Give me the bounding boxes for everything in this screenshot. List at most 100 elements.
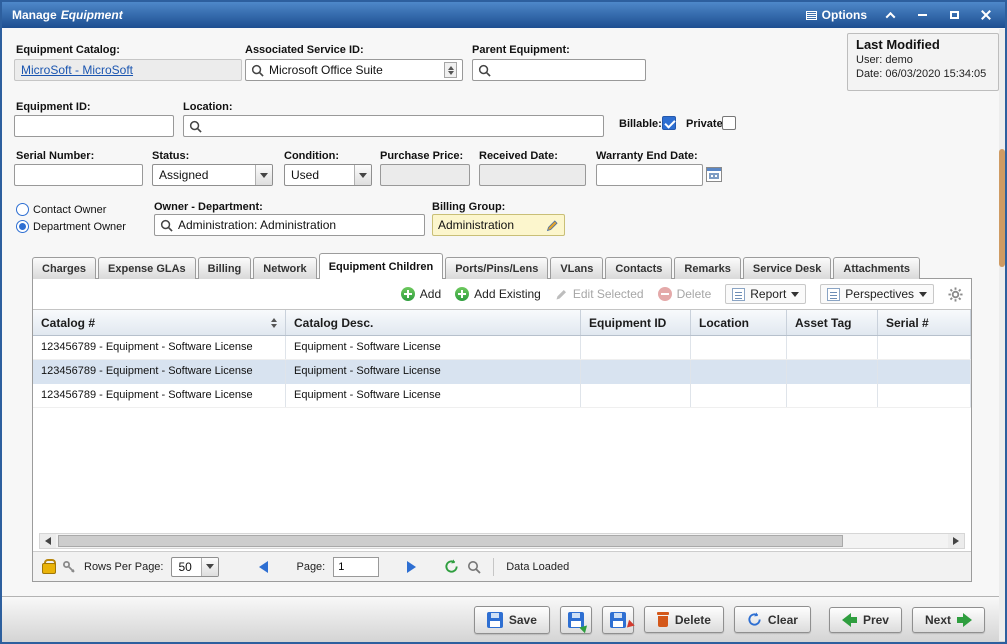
location-input[interactable] xyxy=(183,115,604,137)
window-title-entity: Equipment xyxy=(61,8,123,22)
options-button[interactable]: Options xyxy=(806,8,867,22)
billable-checkbox[interactable] xyxy=(662,116,676,130)
caret-down-icon xyxy=(919,292,927,301)
table-row[interactable]: 123456789 - Equipment - Software License… xyxy=(33,360,971,384)
equipment-id-input[interactable] xyxy=(14,115,174,137)
grid-settings-button[interactable] xyxy=(948,287,963,302)
condition-label: Condition: xyxy=(284,150,339,162)
page-input[interactable] xyxy=(333,557,379,577)
scroll-track[interactable] xyxy=(56,534,948,548)
search-grid-icon[interactable] xyxy=(467,560,481,574)
maximize-button[interactable] xyxy=(945,7,963,23)
serial-number-input[interactable] xyxy=(14,164,143,186)
window-scrollbar-thumb[interactable] xyxy=(999,149,1005,267)
tab-attachments[interactable]: Attachments xyxy=(833,257,920,279)
location-label: Location: xyxy=(183,101,233,113)
footer-divider xyxy=(493,558,494,576)
contact-owner-radio[interactable] xyxy=(16,203,29,216)
delete-button[interactable]: Delete xyxy=(644,606,724,633)
department-owner-radio[interactable] xyxy=(16,220,29,233)
tab-service-desk[interactable]: Service Desk xyxy=(743,257,832,279)
collapse-button[interactable] xyxy=(881,7,899,23)
dropdown-arrow-icon xyxy=(255,165,272,185)
equipment-catalog-label: Equipment Catalog: xyxy=(16,44,120,56)
grid-footer: Rows Per Page: 50 Page: Data Loaded xyxy=(33,551,971,581)
scroll-left-arrow[interactable] xyxy=(40,534,56,548)
close-button[interactable] xyxy=(977,7,995,23)
rows-per-page-select[interactable]: 50 xyxy=(171,557,219,577)
owner-department-input[interactable]: Administration: Administration xyxy=(154,214,425,236)
last-modified-title: Last Modified xyxy=(856,37,990,52)
save-and-duplicate-button[interactable] xyxy=(602,606,634,634)
purchase-price-label: Purchase Price: xyxy=(380,150,463,162)
add-button[interactable]: Add xyxy=(401,287,441,301)
tab-ports-pins-lens[interactable]: Ports/Pins/Lens xyxy=(445,257,548,279)
table-row[interactable]: 123456789 - Equipment - Software License… xyxy=(33,336,971,360)
status-select[interactable]: Assigned xyxy=(152,164,273,186)
tab-charges[interactable]: Charges xyxy=(32,257,96,279)
dropdown-arrow-icon xyxy=(201,558,218,576)
save-and-new-button[interactable] xyxy=(560,606,592,634)
tab-remarks[interactable]: Remarks xyxy=(674,257,740,279)
scroll-thumb[interactable] xyxy=(58,535,843,547)
grid-toolbar: Add Add Existing Edit Selected Delete Re… xyxy=(33,279,971,309)
refresh-icon[interactable] xyxy=(444,559,459,574)
cell-catalog: 123456789 - Equipment - Software License xyxy=(33,384,286,407)
column-header-serial[interactable]: Serial # xyxy=(878,310,971,335)
billing-group-field[interactable]: Administration xyxy=(432,214,565,236)
horizontal-scrollbar[interactable] xyxy=(39,533,965,549)
next-page-button[interactable] xyxy=(407,561,416,573)
parent-equipment-input[interactable] xyxy=(472,59,646,81)
options-menu-icon xyxy=(806,11,817,20)
key-icon[interactable] xyxy=(62,560,76,574)
close-icon xyxy=(981,10,991,20)
condition-select[interactable]: Used xyxy=(284,164,372,186)
grid-empty-area xyxy=(33,408,971,533)
minimize-button[interactable] xyxy=(913,7,931,23)
column-header-catalog[interactable]: Catalog # xyxy=(33,310,286,335)
calendar-icon[interactable] xyxy=(706,167,722,182)
equipment-catalog-link[interactable]: MicroSoft - MicroSoft xyxy=(21,63,133,77)
tab-contacts[interactable]: Contacts xyxy=(605,257,672,279)
maximize-icon xyxy=(950,11,959,19)
tab-expense-glas[interactable]: Expense GLAs xyxy=(98,257,196,279)
edit-selected-button[interactable]: Edit Selected xyxy=(555,287,644,301)
associated-service-input[interactable]: Microsoft Office Suite xyxy=(245,59,463,81)
last-modified-user: User: demo xyxy=(856,54,990,66)
column-header-location[interactable]: Location xyxy=(691,310,787,335)
warranty-end-date-label: Warranty End Date: xyxy=(596,150,698,162)
next-button[interactable]: Next xyxy=(912,607,985,633)
chevron-up-icon xyxy=(885,11,895,21)
scroll-right-arrow[interactable] xyxy=(948,534,964,548)
report-button[interactable]: Report xyxy=(725,284,806,304)
save-button[interactable]: Save xyxy=(474,606,550,634)
tab-equipment-children[interactable]: Equipment Children xyxy=(319,253,444,279)
clear-button[interactable]: Clear xyxy=(734,606,811,633)
tab-network[interactable]: Network xyxy=(253,257,316,279)
trash-icon xyxy=(657,612,669,627)
previous-page-button[interactable] xyxy=(259,561,268,573)
tab-billing[interactable]: Billing xyxy=(198,257,252,279)
private-checkbox[interactable] xyxy=(722,116,736,130)
edit-pencil-icon[interactable] xyxy=(546,219,559,232)
perspectives-button[interactable]: Perspectives xyxy=(820,284,934,304)
associated-service-label: Associated Service ID: xyxy=(245,44,364,56)
titlebar[interactable]: ManageEquipment Options xyxy=(2,2,1005,28)
column-header-equipment-id[interactable]: Equipment ID xyxy=(581,310,691,335)
private-label: Private: xyxy=(686,118,726,130)
contact-owner-label: Contact Owner xyxy=(33,204,106,216)
save-icon xyxy=(487,612,503,628)
warranty-end-date-input[interactable] xyxy=(596,164,703,186)
prev-button[interactable]: Prev xyxy=(829,607,902,633)
service-spinner-icon[interactable] xyxy=(444,62,457,78)
delete-selected-button[interactable]: Delete xyxy=(658,287,712,301)
lock-icon[interactable] xyxy=(42,559,54,574)
cell-location xyxy=(691,336,787,359)
add-existing-button[interactable]: Add Existing xyxy=(455,287,541,301)
window-scrollbar[interactable] xyxy=(999,29,1005,641)
tab-vlans[interactable]: VLans xyxy=(550,257,603,279)
column-header-catalog-desc[interactable]: Catalog Desc. xyxy=(286,310,581,335)
table-row[interactable]: 123456789 - Equipment - Software License… xyxy=(33,384,971,408)
green-arrow-left-icon xyxy=(842,613,857,627)
column-header-asset-tag[interactable]: Asset Tag xyxy=(787,310,878,335)
